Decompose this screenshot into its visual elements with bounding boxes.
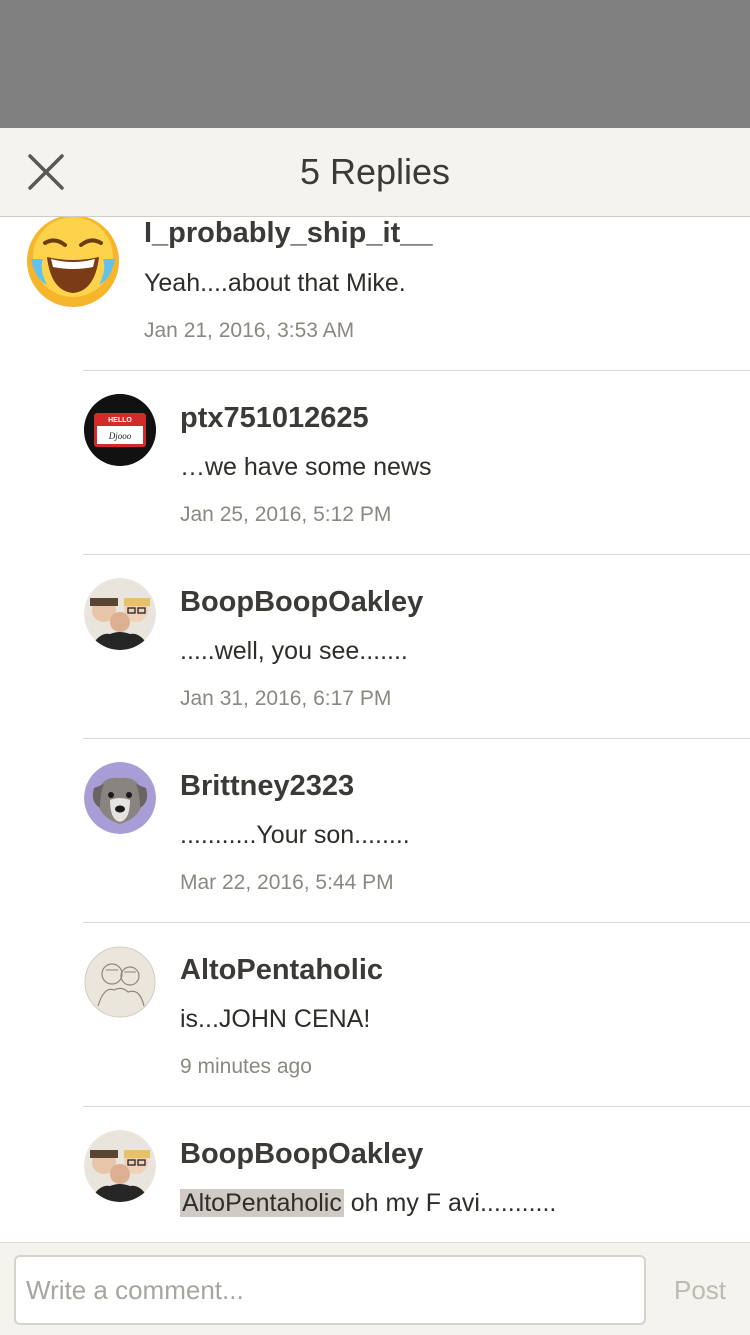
comment-timestamp: Jan 31, 2016, 6:17 PM xyxy=(180,687,392,710)
comment-username[interactable]: I_probably_ship_it__ xyxy=(144,217,433,250)
comment-text: ...........Your son........ xyxy=(180,821,410,849)
comment-username[interactable]: BoopBoopOakley xyxy=(180,586,423,619)
comment-input[interactable] xyxy=(14,1255,646,1325)
reply-item: BoopBoopOakley AltoPentaholic oh my F av… xyxy=(0,1107,750,1242)
post-button[interactable]: Post xyxy=(660,1255,740,1325)
group-photo-avatar[interactable] xyxy=(84,578,156,650)
comment-text: AltoPentaholic oh my F avi........... xyxy=(180,1189,556,1218)
page-title: 5 Replies xyxy=(299,151,451,192)
comment-username[interactable]: AltoPentaholic xyxy=(180,954,383,987)
parent-comment: I_probably_ship_it__ Yeah....about that … xyxy=(0,217,750,370)
comment-timestamp: Jan 25, 2016, 5:12 PM xyxy=(180,503,392,526)
name-tag-name: Djooo xyxy=(108,431,132,441)
hello-name-tag-avatar[interactable]: HELLO Djooo xyxy=(84,394,156,466)
comment-username[interactable]: BoopBoopOakley xyxy=(180,1138,423,1171)
reply-item: AltoPentaholic is...JOHN CENA! 9 minutes… xyxy=(0,923,750,1106)
comment-text: .....well, you see....... xyxy=(180,637,408,665)
comment-timestamp: Jan 21, 2016, 3:53 AM xyxy=(144,319,355,342)
dimmed-background xyxy=(0,0,750,128)
comment-text-body: oh my F avi........... xyxy=(343,1189,557,1217)
reply-item: BoopBoopOakley .....well, you see.......… xyxy=(0,555,750,738)
comment-text: …we have some news xyxy=(180,453,432,481)
laughing-crying-emoji-avatar[interactable] xyxy=(25,217,121,309)
comment-username[interactable]: ptx751012625 xyxy=(180,402,369,435)
comment-composer: Post xyxy=(0,1242,750,1335)
comment-text: Yeah....about that Mike. xyxy=(144,269,406,297)
name-tag-hello: HELLO xyxy=(108,417,132,424)
reply-item: Brittney2323 ...........Your son........… xyxy=(0,739,750,922)
comment-timestamp: 9 minutes ago xyxy=(180,1055,312,1078)
comment-username[interactable]: Brittney2323 xyxy=(180,770,354,803)
reply-item: HELLO Djooo ptx751012625 …we have some n… xyxy=(0,371,750,554)
dog-photo-avatar[interactable] xyxy=(84,762,156,834)
comment-timestamp: Mar 22, 2016, 5:44 PM xyxy=(180,871,394,894)
user-mention[interactable]: AltoPentaholic xyxy=(180,1189,344,1217)
replies-header: 5 Replies xyxy=(0,128,750,217)
sketch-drawing-avatar[interactable] xyxy=(84,946,156,1018)
comment-text: is...JOHN CENA! xyxy=(180,1005,371,1033)
replies-list[interactable]: I_probably_ship_it__ Yeah....about that … xyxy=(0,217,750,1242)
group-photo-avatar[interactable] xyxy=(84,1130,156,1202)
